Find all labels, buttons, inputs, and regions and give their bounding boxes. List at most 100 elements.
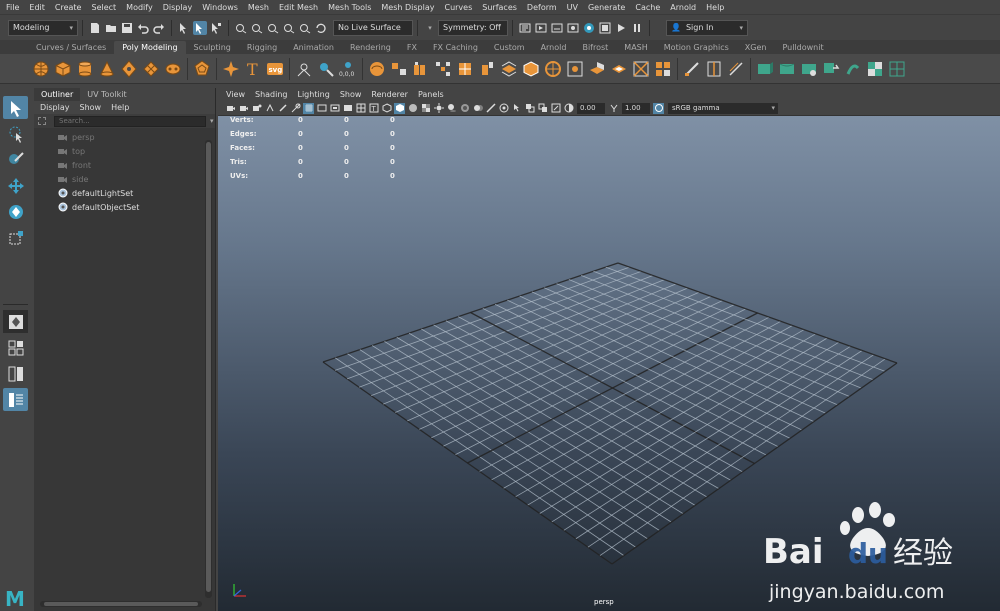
type-tool-icon[interactable]: T — [244, 60, 262, 78]
param-icon[interactable]: 0,0,0 — [339, 60, 357, 78]
menu-arnold[interactable]: Arnold — [670, 3, 696, 12]
uv-automatic-icon[interactable] — [822, 60, 840, 78]
ambient-occlusion-icon[interactable] — [459, 103, 470, 114]
svg-tool-icon[interactable]: svg — [266, 60, 284, 78]
menu-modify[interactable]: Modify — [126, 3, 153, 12]
ipr-render-icon[interactable] — [550, 21, 564, 35]
render-view-icon[interactable] — [598, 21, 612, 35]
outliner-item[interactable]: defaultObjectSet — [34, 200, 215, 214]
outliner-menu-display[interactable]: Display — [40, 101, 70, 114]
shelf-tab-fx-caching[interactable]: FX Caching — [425, 41, 486, 54]
save-scene-icon[interactable] — [120, 21, 134, 35]
outliner-menu-show[interactable]: Show — [80, 101, 102, 114]
poly-torus-icon[interactable] — [120, 59, 138, 78]
sculpt-brush-icon[interactable] — [317, 60, 335, 78]
smooth-shade-icon[interactable] — [394, 102, 405, 114]
shelf-tab-xgen[interactable]: XGen — [737, 41, 775, 54]
exposure-icon[interactable] — [563, 103, 574, 114]
menu-mesh-tools[interactable]: Mesh Tools — [328, 3, 371, 12]
shelf-tab-pulldownit[interactable]: Pulldownit — [774, 41, 831, 54]
menu-set-dropdown[interactable]: Modeling ▾ — [8, 19, 78, 36]
viewport-menu-lighting[interactable]: Lighting — [297, 90, 329, 99]
filter-icon[interactable] — [38, 117, 46, 125]
menu-create[interactable]: Create — [55, 3, 82, 12]
move-tool-button[interactable] — [3, 174, 28, 197]
shelf-tab-curves-surfaces[interactable]: Curves / Surfaces — [28, 41, 114, 54]
select-camera-icon[interactable] — [225, 103, 236, 114]
outliner-item[interactable]: top — [34, 144, 215, 158]
undo-icon[interactable] — [136, 21, 150, 35]
symmetry-dropdown[interactable]: Symmetry: Off — [438, 19, 508, 36]
resolution-gate-icon[interactable] — [329, 103, 340, 114]
shelf-tab-custom[interactable]: Custom — [486, 41, 533, 54]
isolate-select-icon[interactable] — [511, 103, 522, 114]
multi-cut-icon[interactable] — [683, 60, 701, 78]
poly-cube-icon[interactable] — [54, 60, 72, 78]
offset-edge-loop-icon[interactable] — [727, 60, 745, 78]
select-component-icon[interactable] — [209, 21, 223, 35]
mirror-icon[interactable] — [434, 60, 452, 78]
tab-uv-toolkit[interactable]: UV Toolkit — [80, 88, 133, 101]
arnold-render-icon[interactable] — [614, 21, 628, 35]
exposure-field[interactable]: 0.00 — [577, 102, 605, 114]
color-management-icon[interactable] — [653, 102, 664, 114]
poly-disc-icon[interactable] — [164, 60, 182, 78]
gamma-icon[interactable] — [608, 103, 619, 114]
menu-cache[interactable]: Cache — [635, 3, 660, 12]
default-material-icon[interactable] — [407, 103, 418, 114]
shelf-tab-rendering[interactable]: Rendering — [342, 41, 399, 54]
poly-sphere-icon[interactable] — [32, 60, 50, 78]
select-tool-button[interactable] — [3, 96, 28, 119]
menu-surfaces[interactable]: Surfaces — [482, 3, 517, 12]
retopo-icon[interactable] — [522, 60, 540, 78]
film-gate-icon[interactable] — [316, 103, 327, 114]
scrollbar-thumb[interactable] — [44, 602, 198, 606]
menu-file[interactable]: File — [6, 3, 19, 12]
rotate-tool-button[interactable] — [3, 200, 28, 223]
outliner-item[interactable]: defaultLightSet — [34, 186, 215, 200]
outliner-menu-help[interactable]: Help — [111, 101, 129, 114]
bridge-icon[interactable] — [632, 60, 650, 78]
shelf-tab-motion-graphics[interactable]: Motion Graphics — [656, 41, 737, 54]
smooth-icon[interactable] — [456, 60, 474, 78]
2d-pan-zoom-icon[interactable] — [290, 103, 301, 114]
extract-icon[interactable] — [412, 60, 430, 78]
menu-edit-mesh[interactable]: Edit Mesh — [279, 3, 318, 12]
outliner-item[interactable]: front — [34, 158, 215, 172]
outliner-layout-button[interactable] — [3, 388, 28, 411]
redo-icon[interactable] — [152, 21, 166, 35]
snap-grid-icon[interactable] — [234, 21, 248, 35]
gate-mask-icon[interactable] — [342, 103, 353, 114]
outliner-horizontal-scrollbar[interactable] — [40, 601, 202, 607]
scrollbar-thumb[interactable] — [206, 142, 211, 592]
chevron-down-icon[interactable]: ▾ — [210, 117, 214, 125]
select-object-icon[interactable] — [193, 20, 207, 35]
viewport-menu-renderer[interactable]: Renderer — [371, 90, 408, 99]
xray-joints-icon[interactable] — [550, 103, 561, 114]
four-view-layout-button[interactable] — [3, 336, 28, 359]
render-settings-icon[interactable] — [518, 21, 532, 35]
scale-tool-button[interactable] — [3, 226, 28, 249]
viewport-menu-view[interactable]: View — [226, 90, 245, 99]
menu-select[interactable]: Select — [91, 3, 116, 12]
menu-edit[interactable]: Edit — [29, 3, 45, 12]
history-icon[interactable] — [314, 21, 328, 35]
camera-attributes-icon[interactable] — [238, 103, 249, 114]
snap-point-icon[interactable] — [266, 21, 280, 35]
target-weld-icon[interactable] — [566, 60, 584, 78]
shadows-icon[interactable] — [446, 103, 457, 114]
tab-outliner[interactable]: Outliner — [34, 88, 81, 101]
field-chart-icon[interactable] — [355, 103, 366, 114]
grease-pencil-icon[interactable] — [277, 103, 288, 114]
shelf-tab-rigging[interactable]: Rigging — [239, 41, 285, 54]
menu-help[interactable]: Help — [706, 3, 724, 12]
grid-toggle-icon[interactable] — [303, 102, 314, 114]
pause-icon[interactable] — [630, 21, 644, 35]
outliner-search-input[interactable] — [54, 115, 206, 127]
viewport-panel[interactable]: View Shading Lighting Show Renderer Panels T … — [218, 88, 1000, 611]
uv-cylindrical-icon[interactable] — [778, 60, 796, 78]
uv-checker-icon[interactable] — [866, 60, 884, 78]
insert-edge-loop-icon[interactable] — [705, 60, 723, 78]
snap-view-plane-icon[interactable] — [282, 21, 296, 35]
motion-blur-icon[interactable] — [472, 103, 483, 114]
